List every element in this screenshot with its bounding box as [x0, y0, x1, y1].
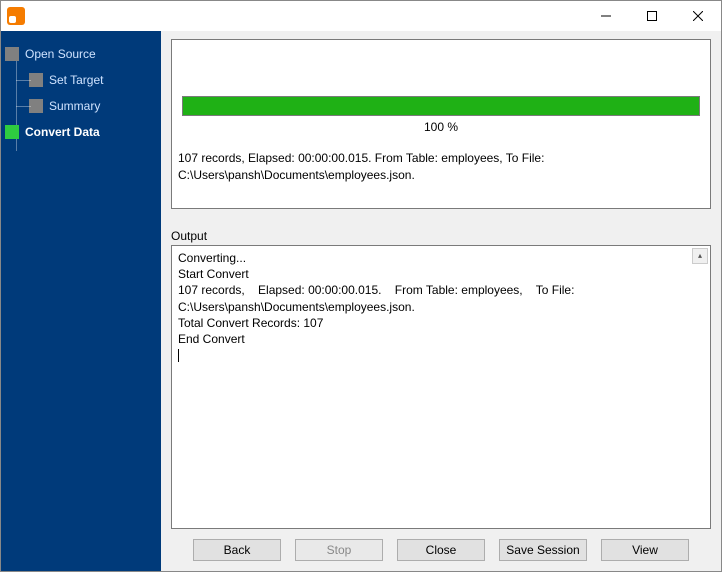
wizard-sidebar: Open Source Set Target Summary Convert D… [1, 31, 161, 571]
main-panel: 100 % 107 records, Elapsed: 00:00:00.015… [161, 31, 721, 571]
step-indicator-icon [5, 47, 19, 61]
close-window-button[interactable] [675, 1, 721, 31]
body: Open Source Set Target Summary Convert D… [1, 31, 721, 571]
step-label: Open Source [25, 47, 96, 61]
wizard-tree: Open Source Set Target Summary Convert D… [5, 41, 157, 145]
button-row: Back Stop Close Save Session View [171, 529, 711, 561]
stop-button: Stop [295, 539, 383, 561]
window-controls [583, 1, 721, 31]
step-label: Convert Data [25, 125, 100, 139]
scroll-up-arrow-icon[interactable]: ▴ [692, 248, 708, 264]
maximize-button[interactable] [629, 1, 675, 31]
output-log[interactable]: Converting... Start Convert 107 records,… [171, 245, 711, 529]
output-log-text: Converting... Start Convert 107 records,… [178, 251, 578, 346]
step-open-source[interactable]: Open Source [5, 41, 157, 67]
title-bar [1, 1, 721, 31]
progress-percent: 100 % [182, 120, 700, 134]
save-session-button[interactable]: Save Session [499, 539, 587, 561]
app-window: Open Source Set Target Summary Convert D… [0, 0, 722, 572]
step-label: Summary [49, 99, 100, 113]
text-caret [178, 349, 179, 362]
view-button[interactable]: View [601, 539, 689, 561]
progress-bar [182, 96, 700, 116]
status-text: 107 records, Elapsed: 00:00:00.015. From… [178, 150, 704, 184]
progress-panel: 100 % 107 records, Elapsed: 00:00:00.015… [171, 39, 711, 209]
step-indicator-icon [29, 99, 43, 113]
progress-container: 100 % [178, 96, 704, 140]
step-convert-data[interactable]: Convert Data [5, 119, 157, 145]
step-set-target[interactable]: Set Target [5, 67, 157, 93]
step-label: Set Target [49, 73, 103, 87]
output-label: Output [171, 229, 711, 243]
app-icon [7, 7, 25, 25]
step-indicator-icon [5, 125, 19, 139]
back-button[interactable]: Back [193, 539, 281, 561]
step-summary[interactable]: Summary [5, 93, 157, 119]
close-button[interactable]: Close [397, 539, 485, 561]
step-indicator-icon [29, 73, 43, 87]
minimize-button[interactable] [583, 1, 629, 31]
